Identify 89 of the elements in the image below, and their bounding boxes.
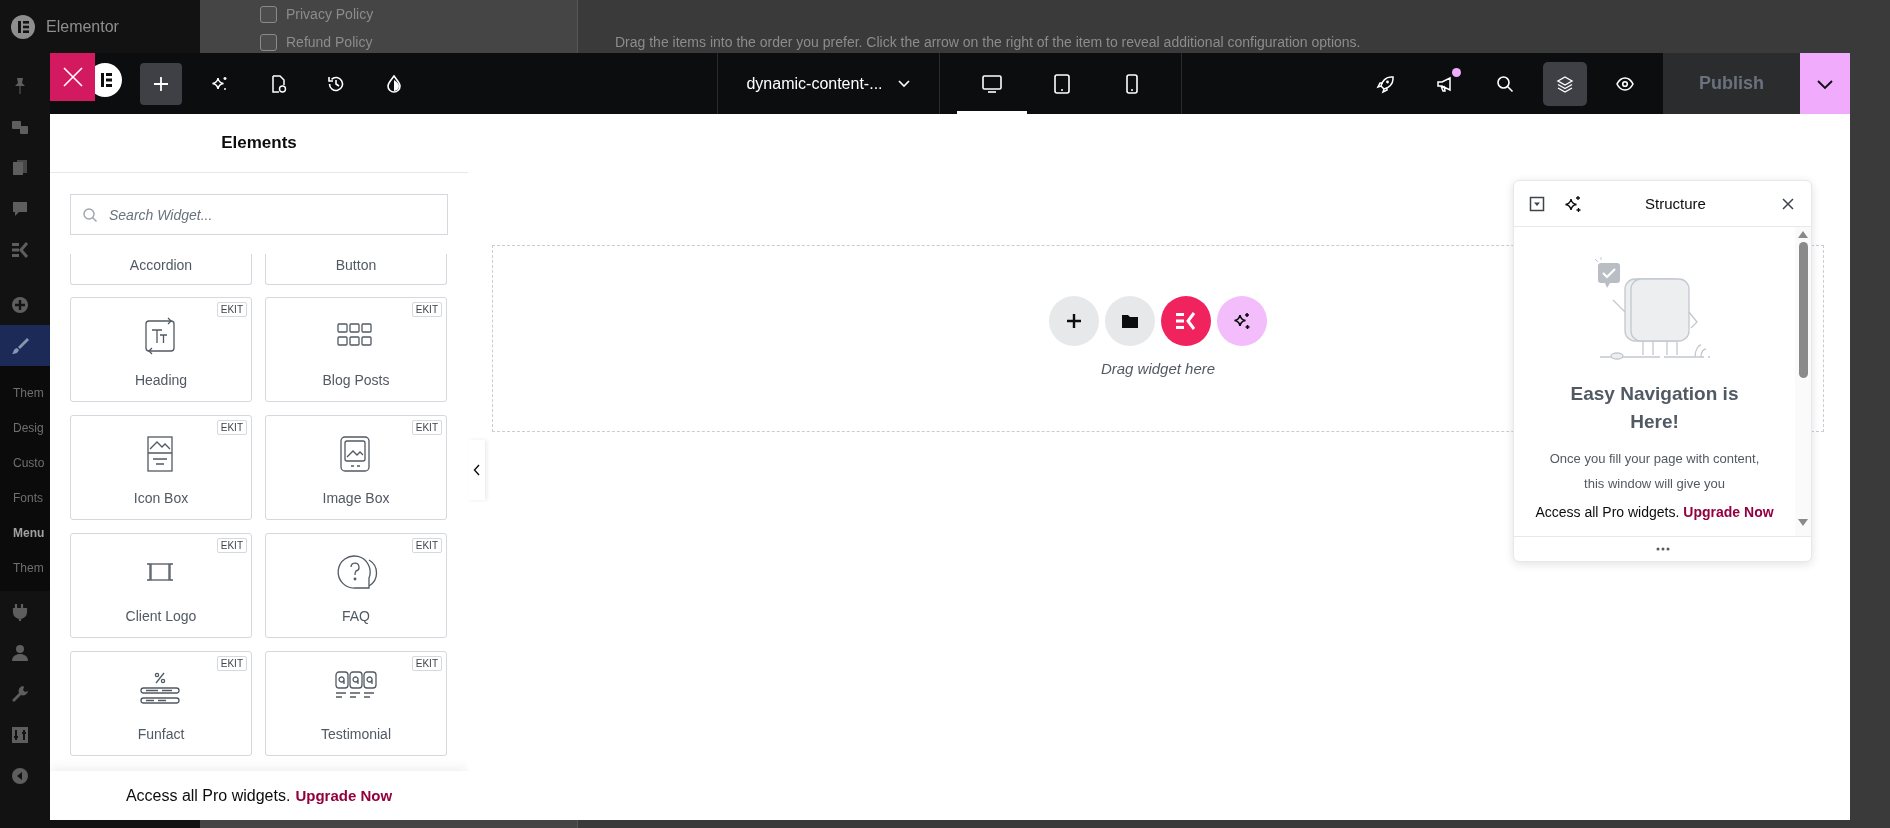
widget-card[interactable]: Button — [265, 254, 447, 285]
brush-icon — [10, 335, 30, 356]
submenu-item[interactable]: Fonts — [0, 480, 50, 515]
widget-badge: EKIT — [411, 302, 442, 317]
brand-name: Elementor — [46, 17, 119, 36]
widget-card[interactable]: EKIT Blog Posts — [265, 297, 447, 402]
settings-icon — [10, 724, 30, 745]
upgrade-link[interactable]: Upgrade Now — [295, 787, 393, 804]
folder-icon — [1121, 313, 1139, 329]
drop-icon — [384, 73, 404, 94]
template-library-button[interactable] — [1105, 296, 1155, 346]
checkbox[interactable] — [260, 5, 277, 23]
close-icon — [61, 66, 84, 88]
kit-icon — [10, 239, 30, 260]
kit-icon — [1175, 311, 1197, 331]
widget-badge: EKIT — [216, 656, 247, 671]
promo-text: Access all Pro widgets. — [125, 786, 291, 805]
search-field[interactable]: Search Widget... — [70, 194, 448, 235]
rocket-icon — [1375, 73, 1395, 94]
structure-button[interactable] — [1543, 61, 1587, 106]
widget-card[interactable]: EKIT Client Logo — [70, 533, 252, 638]
instructions-text: Drag the items into the order you prefer. Click the arrow on the right of the item to reveal additional configuration options. — [615, 34, 1361, 50]
close-icon — [1782, 197, 1794, 210]
layers-icon — [1555, 73, 1575, 94]
checkbox[interactable] — [260, 33, 277, 51]
chevron-left-icon — [472, 464, 481, 476]
widget-card[interactable]: EKIT FAQ — [265, 533, 447, 638]
add-icon — [1065, 312, 1083, 330]
plus-circle-icon — [10, 294, 30, 315]
widget-label: FAQ — [342, 608, 370, 624]
widget-badge: EKIT — [411, 538, 442, 553]
submenu-item[interactable]: Them — [0, 375, 50, 410]
empty-state-text: Once you fill your page with content, this window will give you — [1549, 450, 1760, 493]
widget-card[interactable]: EKIT Heading — [70, 297, 252, 402]
tablet-icon — [1051, 72, 1073, 95]
scrollbar[interactable] — [1795, 227, 1811, 536]
add-section-button[interactable] — [1049, 296, 1099, 346]
add-element-button[interactable] — [140, 62, 182, 105]
collapse-icon — [10, 765, 30, 786]
upgrade-link[interactable]: Upgrade Now — [1683, 504, 1774, 520]
user-icon — [10, 642, 30, 663]
widget-label: Icon Box — [133, 490, 189, 506]
widget-card[interactable]: EKIT Testimonial — [265, 651, 447, 756]
scroll-down-icon — [1798, 519, 1808, 526]
panel-title: Elements — [221, 133, 297, 153]
plugin-icon — [10, 601, 30, 622]
widget-badge: EKIT — [216, 420, 247, 435]
ai-button[interactable] — [1217, 296, 1267, 346]
search-icon — [1495, 73, 1515, 94]
widget-label: Accordion — [129, 257, 193, 273]
widget-card[interactable]: Accordion — [70, 254, 252, 285]
drop-hint: Drag widget here — [1100, 360, 1216, 377]
widget-badge: EKIT — [216, 538, 247, 553]
widget-label: Heading — [134, 372, 188, 388]
empty-state-title: Easy Navigation is Here! — [1569, 382, 1740, 434]
widget-badge: EKIT — [411, 656, 442, 671]
kit-library-button[interactable] — [1161, 296, 1211, 346]
widget-badge: EKIT — [411, 420, 442, 435]
sparkle-icon — [1232, 311, 1252, 331]
sparkle-icon — [1564, 194, 1582, 213]
panel-title: Structure — [1644, 195, 1707, 212]
submenu-item[interactable]: Them — [0, 550, 50, 585]
drag-handle-icon — [1655, 547, 1670, 551]
pages-icon — [10, 157, 30, 178]
wrench-icon — [10, 683, 30, 704]
submenu-item[interactable]: Custo — [0, 445, 50, 480]
widget-label: Button — [335, 257, 377, 273]
page-title-dropdown[interactable]: dynamic-content-... — [740, 63, 917, 104]
widget-card[interactable]: EKIT Funfact — [70, 651, 252, 756]
desktop-icon — [981, 72, 1003, 95]
promo-text: Access all Pro widgets. — [1535, 504, 1680, 520]
dropdown-icon — [1529, 195, 1545, 212]
scroll-up-icon — [1798, 231, 1808, 238]
widget-card[interactable]: EKIT Icon Box — [70, 415, 252, 520]
widget-label: Funfact — [137, 726, 185, 742]
widget-card[interactable]: EKIT Image Box — [265, 415, 447, 520]
submenu-item[interactable]: Desig — [0, 410, 50, 445]
elementor-logo — [10, 13, 36, 40]
widget-label: Blog Posts — [322, 372, 390, 388]
submenu-item[interactable]: Menu — [0, 515, 50, 550]
search-icon — [82, 207, 98, 223]
checkbox-label: Privacy Policy — [286, 6, 374, 22]
widget-label: Image Box — [322, 490, 390, 506]
scrollbar-thumb[interactable] — [1798, 242, 1808, 378]
widget-label: Client Logo — [125, 608, 197, 624]
widget-badge: EKIT — [216, 302, 247, 317]
widget-label: Testimonial — [321, 726, 391, 742]
checkbox-label: Refund Policy — [286, 34, 373, 50]
admin-menu-item[interactable] — [0, 325, 50, 366]
